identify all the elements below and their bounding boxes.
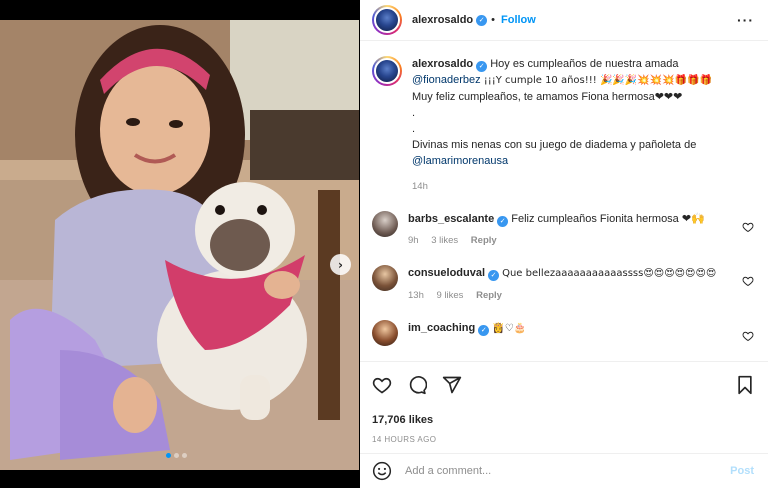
comment-text: 👸♡🎂 [492, 323, 527, 334]
caption: alexrosaldo ✓ Hoy es cumpleaños de nuestr… [372, 56, 754, 195]
caption-text: Divinas mis nenas con su juego de diadem… [412, 139, 697, 151]
post-photo[interactable]: › [0, 20, 359, 470]
avatar[interactable] [372, 211, 398, 237]
comment-likes[interactable]: 9 likes [437, 290, 464, 301]
like-comment-icon[interactable] [742, 275, 754, 287]
comment-time[interactable]: 9h [408, 235, 419, 246]
avatar[interactable] [372, 5, 402, 35]
verified-icon: ✓ [478, 324, 490, 336]
caption-text: Hoy es cumpleaños de nuestra amada [490, 58, 679, 70]
comment-username[interactable]: barbs_escalante [408, 213, 494, 225]
post-actions: 17,706 likes 14 HOURS AGO [360, 361, 768, 444]
post-timestamp[interactable]: 14 HOURS AGO [372, 435, 754, 444]
comment-username[interactable]: im_coaching [408, 322, 475, 334]
comment-time[interactable]: 13h [408, 290, 424, 301]
reply-button[interactable]: Reply [476, 290, 502, 301]
mention-link[interactable]: @lamarimorenausa [412, 155, 508, 167]
avatar[interactable] [372, 265, 398, 291]
caption-text: ¡¡¡Y cumple 10 años!!! 🎉🎉🎉💥💥💥🎁🎁🎁 [483, 75, 713, 86]
share-icon[interactable] [442, 375, 462, 395]
next-slide-button[interactable]: › [330, 254, 351, 275]
carousel-dot [182, 453, 187, 458]
like-icon[interactable] [372, 375, 392, 395]
carousel-dot [166, 453, 171, 458]
add-comment-bar: Post [360, 453, 768, 488]
comment-text: Feliz cumpleaños Fionita hermosa ❤🙌 [511, 213, 705, 225]
like-comment-icon[interactable] [742, 330, 754, 342]
like-comment-icon[interactable] [742, 221, 754, 233]
post-username[interactable]: alexrosaldo [412, 14, 473, 26]
bookmark-icon[interactable] [736, 375, 754, 395]
caption-username[interactable]: alexrosaldo [412, 58, 473, 70]
more-icon[interactable]: ··· [737, 12, 754, 28]
verified-icon: ✓ [497, 215, 509, 227]
post-panel: alexrosaldo ✓ • Follow ··· alexrosaldo ✓ … [360, 0, 768, 488]
comments-list[interactable]: alexrosaldo ✓ Hoy es cumpleaños de nuestr… [360, 42, 768, 360]
caption-text: Muy feliz cumpleaños, te amamos Fiona he… [412, 91, 683, 103]
avatar[interactable] [372, 320, 398, 346]
comment-username[interactable]: consueloduval [408, 267, 485, 279]
avatar[interactable] [372, 56, 402, 86]
likes-count[interactable]: 17,706 likes [372, 414, 754, 426]
reply-button[interactable]: Reply [471, 235, 497, 246]
comment-input[interactable] [405, 465, 731, 477]
photo-illustration [0, 20, 359, 470]
post-header: alexrosaldo ✓ • Follow ··· [360, 0, 768, 41]
follow-button[interactable]: Follow [501, 14, 536, 26]
timestamp[interactable]: 14h [412, 181, 428, 192]
carousel-dots [166, 453, 187, 458]
post-comment-button[interactable]: Post [730, 465, 754, 477]
mention-link[interactable]: @fionaderbez [412, 74, 481, 86]
comment-icon[interactable] [407, 375, 427, 395]
comment-item: consueloduval ✓ Que bellezaaaaaaaaaaassss… [372, 265, 754, 304]
comment-likes[interactable]: 3 likes [431, 235, 458, 246]
verified-icon: ✓ [476, 14, 488, 26]
caption-text: . [412, 123, 416, 135]
verified-icon: ✓ [476, 60, 488, 72]
emoji-icon[interactable] [372, 461, 392, 481]
comment-item: barbs_escalante ✓ Feliz cumpleaños Fionit… [372, 211, 754, 249]
comment-item: im_coaching ✓ 👸♡🎂 [372, 320, 754, 346]
caption-text: . [412, 107, 416, 119]
carousel-dot [174, 453, 179, 458]
verified-icon: ✓ [488, 269, 500, 281]
comment-text: Que bellezaaaaaaaaaaassss😍😍😍😍😍😍😍 [502, 268, 717, 279]
